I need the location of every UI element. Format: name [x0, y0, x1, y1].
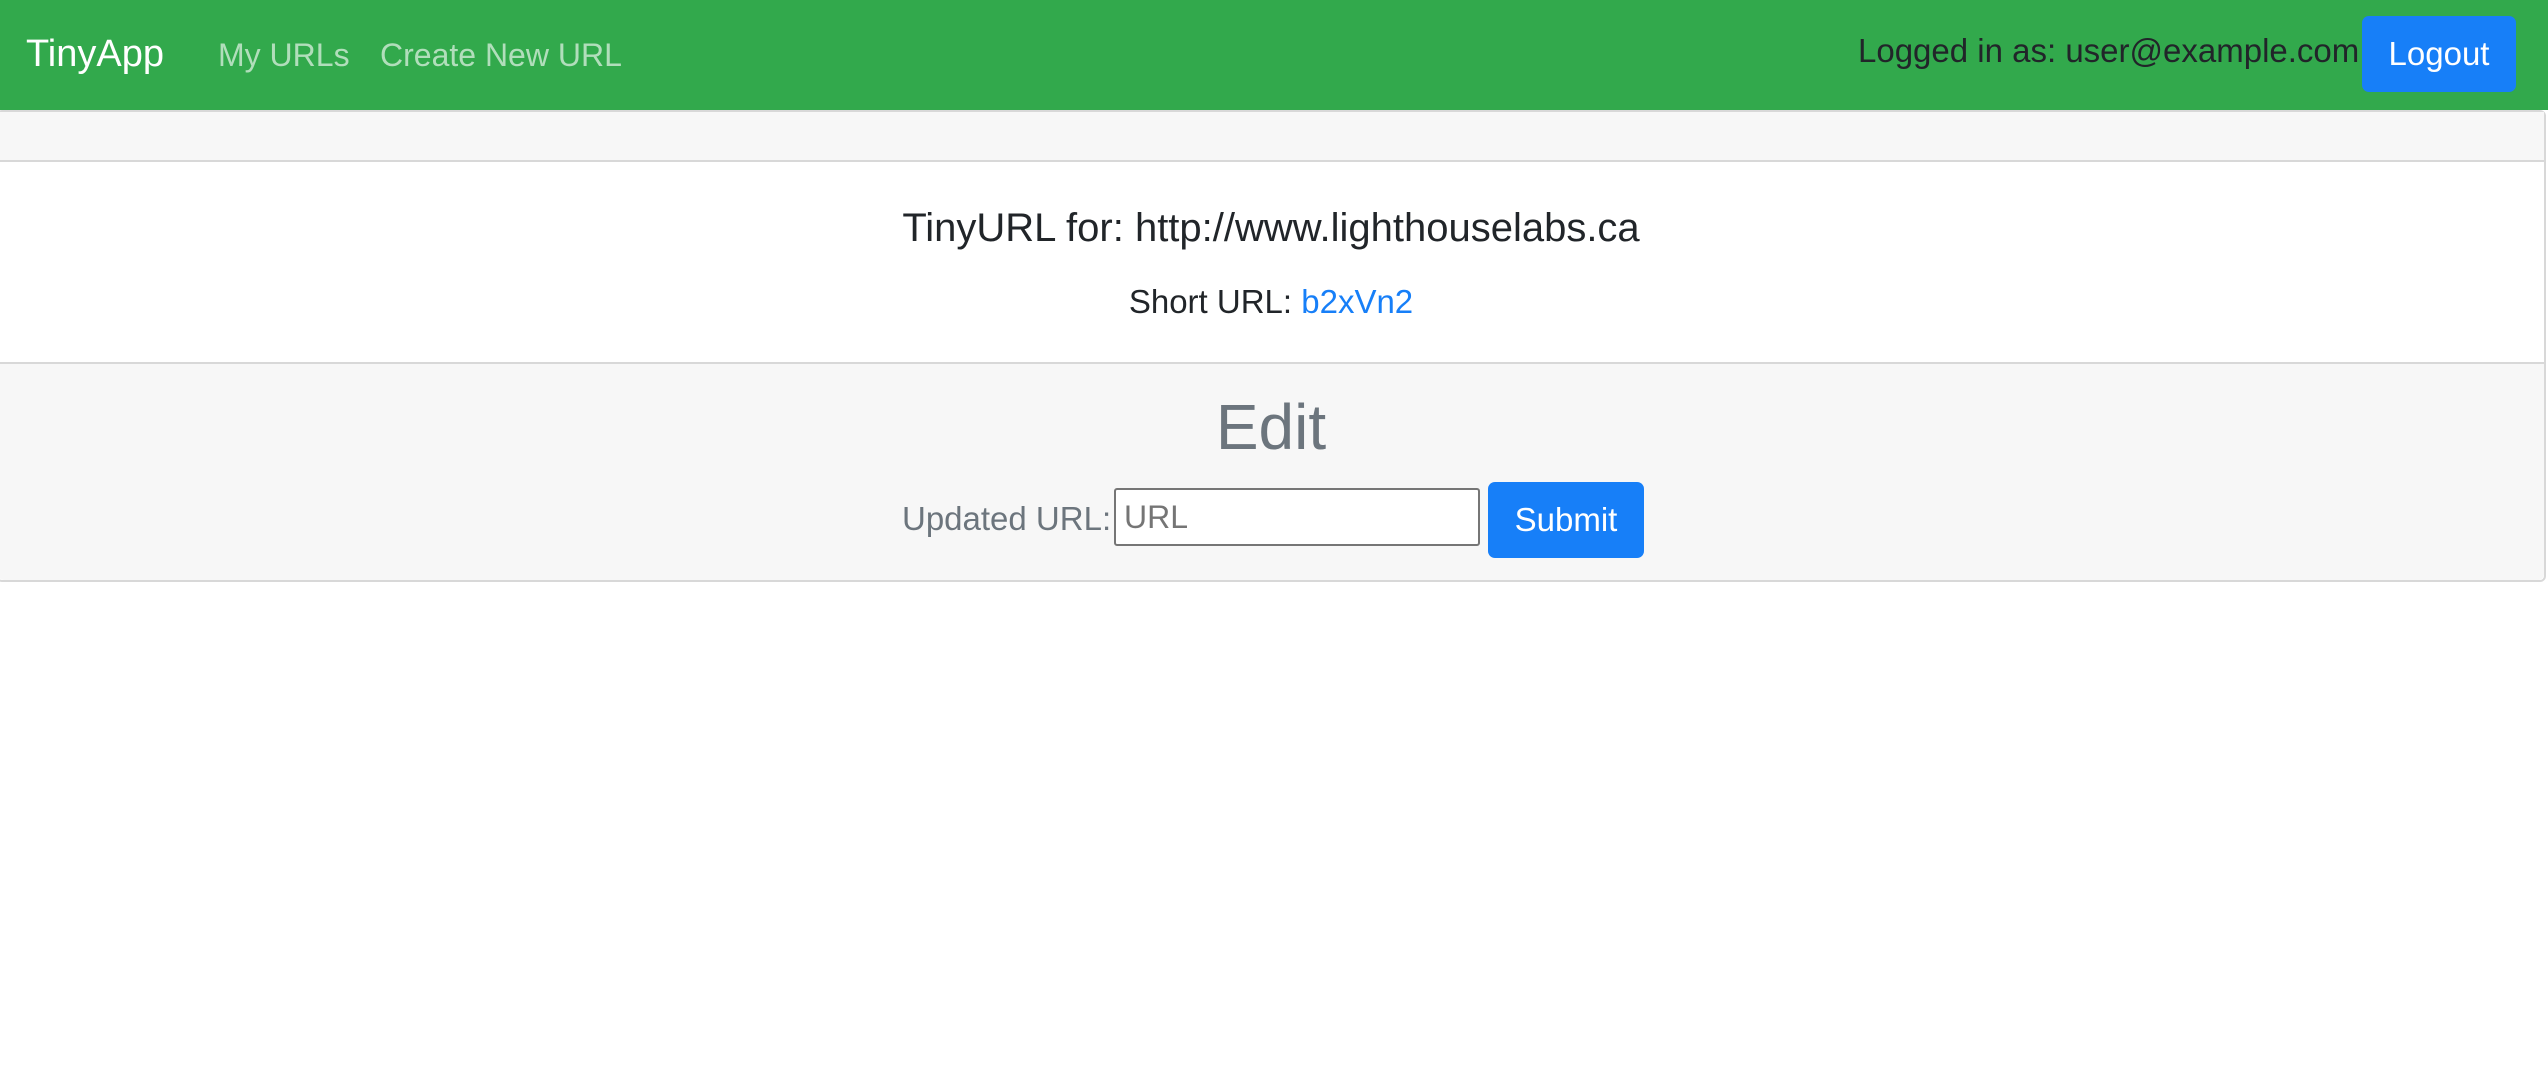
submit-button[interactable]: Submit [1488, 482, 1644, 558]
nav-link-create-new-url[interactable]: Create New URL [380, 30, 622, 80]
logout-button[interactable]: Logout [2362, 16, 2516, 92]
updated-url-input[interactable] [1114, 488, 1480, 546]
url-card: TinyURL for: http://www.lighthouselabs.c… [0, 110, 2546, 582]
edit-url-form: Updated URL: Submit [0, 482, 2544, 560]
edit-heading: Edit [1215, 391, 1327, 463]
card-body: TinyURL for: http://www.lighthouselabs.c… [0, 162, 2544, 362]
updated-url-label: Updated URL: [902, 500, 1112, 537]
card-title: TinyURL for: http://www.lighthouselabs.c… [902, 206, 1640, 250]
short-url-link[interactable]: b2xVn2 [1301, 283, 1413, 320]
nav-link-my-urls[interactable]: My URLs [218, 30, 350, 80]
brand-link[interactable]: TinyApp [26, 26, 164, 82]
short-url-line: Short URL: b2xVn2 [0, 279, 2544, 325]
top-navbar: TinyApp My URLs Create New URL Logged in… [0, 0, 2548, 110]
card-header [0, 112, 2544, 162]
logged-in-status: Logged in as: user@example.com! [1858, 32, 2369, 69]
card-footer: Edit Updated URL: Submit [0, 362, 2544, 580]
short-url-label: Short URL: [1128, 283, 1293, 320]
